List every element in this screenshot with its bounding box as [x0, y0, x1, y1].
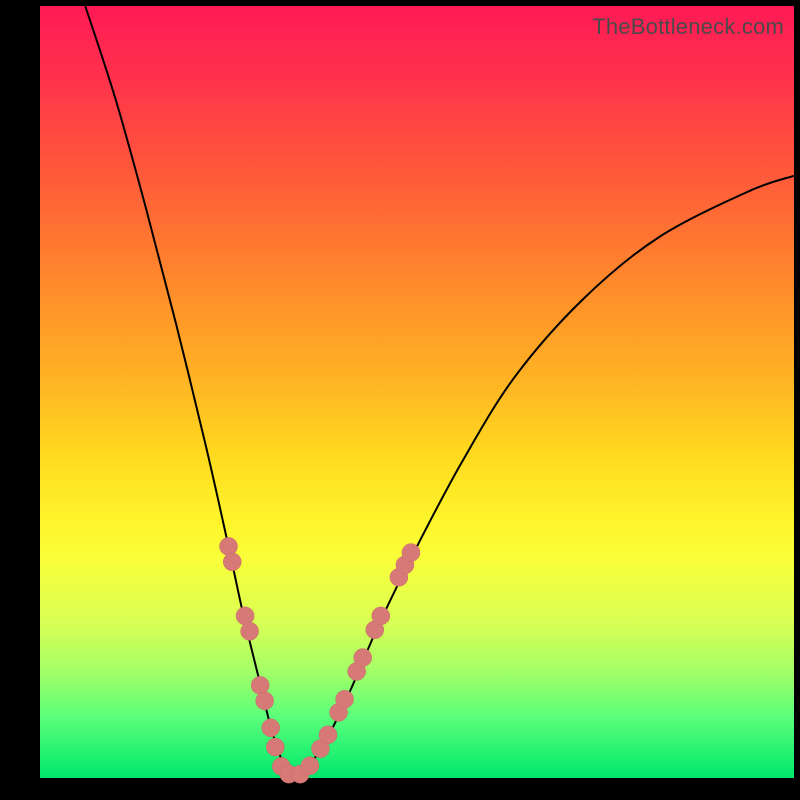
highlight-bead — [319, 726, 337, 744]
plot-area: TheBottleneck.com — [40, 6, 794, 778]
highlight-bead — [266, 738, 284, 756]
highlight-bead — [354, 649, 372, 667]
highlight-bead — [262, 719, 280, 737]
highlight-bead — [241, 622, 259, 640]
highlight-bead — [220, 537, 238, 555]
highlight-bead — [402, 544, 420, 562]
highlight-bead — [223, 553, 241, 571]
curve-svg — [40, 6, 794, 778]
highlight-bead — [372, 607, 390, 625]
highlight-bead — [256, 692, 274, 710]
chart-frame: TheBottleneck.com — [0, 0, 800, 800]
bottleneck-curve — [85, 6, 794, 776]
highlight-bead — [336, 690, 354, 708]
highlight-bead — [236, 607, 254, 625]
highlight-beads-group — [220, 537, 420, 783]
highlight-bead — [301, 757, 319, 775]
highlight-bead — [251, 676, 269, 694]
